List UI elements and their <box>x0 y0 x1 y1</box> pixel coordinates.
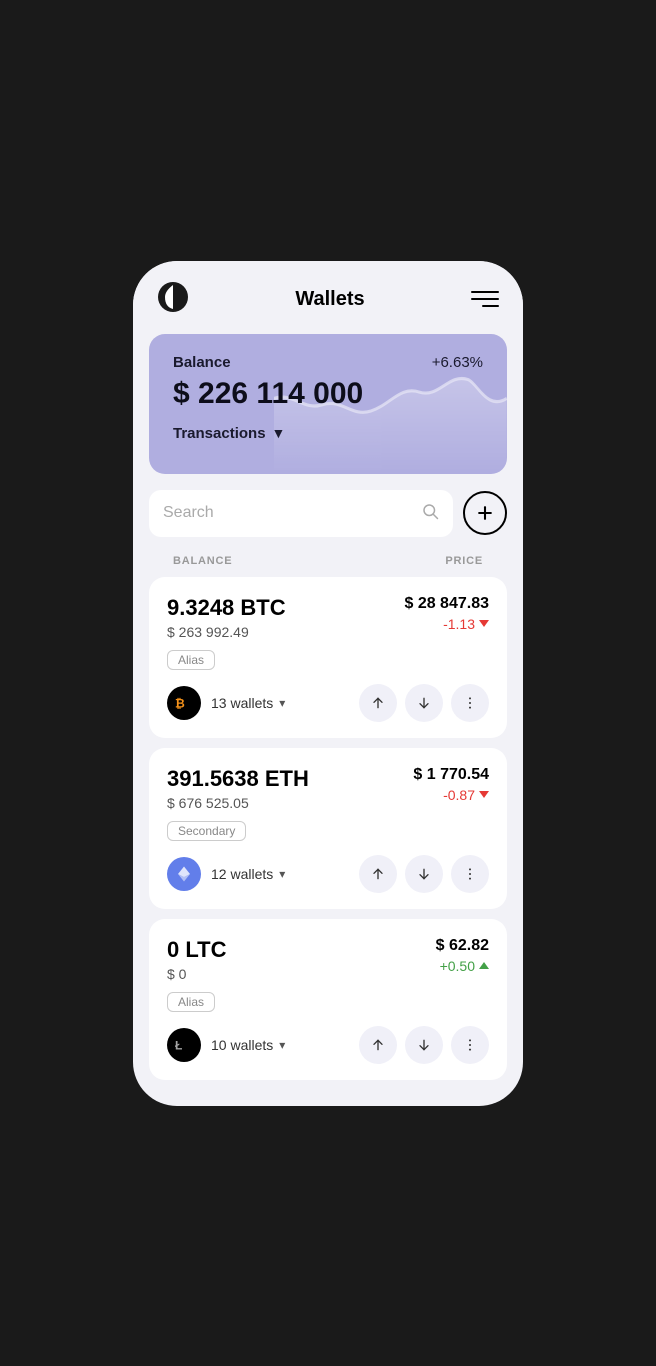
wallet-chevron-icon: ▾ <box>279 1038 285 1052</box>
eth-wallet-count[interactable]: 12 wallets ▾ <box>211 866 285 882</box>
ltc-price: $ 62.82 <box>436 937 489 955</box>
coin-card-btc: 9.3248 BTC $ 263 992.49 $ 28 847.83 -1.1… <box>149 577 507 738</box>
transactions-button[interactable]: Transactions ▼ <box>173 425 483 442</box>
add-button[interactable] <box>463 491 507 535</box>
coin-card-ltc: 0 LTC $ 0 $ 62.82 +0.50 Alias <box>149 919 507 1080</box>
svg-text:Ł: Ł <box>175 1038 182 1052</box>
ltc-change: +0.50 <box>436 958 489 974</box>
up-arrow-icon <box>479 962 489 969</box>
transactions-label: Transactions <box>173 425 266 442</box>
col-price-header: PRICE <box>445 555 483 567</box>
btc-alias: Alias <box>167 650 215 670</box>
btc-receive-button[interactable] <box>405 684 443 722</box>
btc-wallet-count[interactable]: 13 wallets ▾ <box>211 695 285 711</box>
btc-price: $ 28 847.83 <box>404 595 489 613</box>
ltc-wallet-count[interactable]: 10 wallets ▾ <box>211 1037 285 1053</box>
eth-actions <box>359 855 489 893</box>
btc-logo: ₿ <box>167 686 201 720</box>
eth-send-button[interactable] <box>359 855 397 893</box>
menu-button[interactable] <box>471 285 499 313</box>
eth-logo <box>167 857 201 891</box>
ltc-more-button[interactable] <box>451 1026 489 1064</box>
ltc-usd: $ 0 <box>167 966 226 982</box>
table-headers: BALANCE PRICE <box>149 541 507 577</box>
btc-change: -1.13 <box>404 616 489 632</box>
search-input[interactable] <box>163 504 411 522</box>
chevron-down-icon: ▼ <box>272 425 286 441</box>
logo-icon <box>157 281 189 318</box>
eth-usd: $ 676 525.05 <box>167 795 309 811</box>
balance-card: Balance +6.63% $ 226 114 000 Transaction… <box>149 334 507 474</box>
page-title: Wallets <box>295 288 364 311</box>
search-container <box>149 490 507 537</box>
btc-wallets[interactable]: ₿ 13 wallets ▾ <box>167 686 285 720</box>
ltc-logo: Ł <box>167 1028 201 1062</box>
down-arrow-icon <box>479 620 489 627</box>
header: Wallets <box>133 261 523 334</box>
btc-usd: $ 263 992.49 <box>167 624 286 640</box>
wallet-chevron-icon: ▾ <box>279 867 285 881</box>
balance-percent: +6.63% <box>432 354 483 371</box>
coin-card-eth: 391.5638 ETH $ 676 525.05 $ 1 770.54 -0.… <box>149 748 507 909</box>
wallet-chevron-icon: ▾ <box>279 696 285 710</box>
col-balance-header: BALANCE <box>173 555 232 567</box>
ltc-send-button[interactable] <box>359 1026 397 1064</box>
eth-wallets[interactable]: 12 wallets ▾ <box>167 857 285 891</box>
eth-change: -0.87 <box>413 787 489 803</box>
search-field[interactable] <box>149 490 453 537</box>
ltc-receive-button[interactable] <box>405 1026 443 1064</box>
search-icon <box>421 502 439 525</box>
eth-more-button[interactable] <box>451 855 489 893</box>
ltc-alias: Alias <box>167 992 215 1012</box>
btc-actions <box>359 684 489 722</box>
eth-alias: Secondary <box>167 821 246 841</box>
ltc-actions <box>359 1026 489 1064</box>
balance-label: Balance <box>173 354 231 371</box>
balance-amount: $ 226 114 000 <box>173 377 483 411</box>
svg-text:₿: ₿ <box>175 696 185 710</box>
ltc-wallets[interactable]: Ł 10 wallets ▾ <box>167 1028 285 1062</box>
eth-amount: 391.5638 ETH <box>167 766 309 792</box>
btc-send-button[interactable] <box>359 684 397 722</box>
eth-price: $ 1 770.54 <box>413 766 489 784</box>
btc-amount: 9.3248 BTC <box>167 595 286 621</box>
eth-receive-button[interactable] <box>405 855 443 893</box>
ltc-amount: 0 LTC <box>167 937 226 963</box>
down-arrow-icon <box>479 791 489 798</box>
btc-more-button[interactable] <box>451 684 489 722</box>
coin-list: 9.3248 BTC $ 263 992.49 $ 28 847.83 -1.1… <box>133 577 523 1104</box>
